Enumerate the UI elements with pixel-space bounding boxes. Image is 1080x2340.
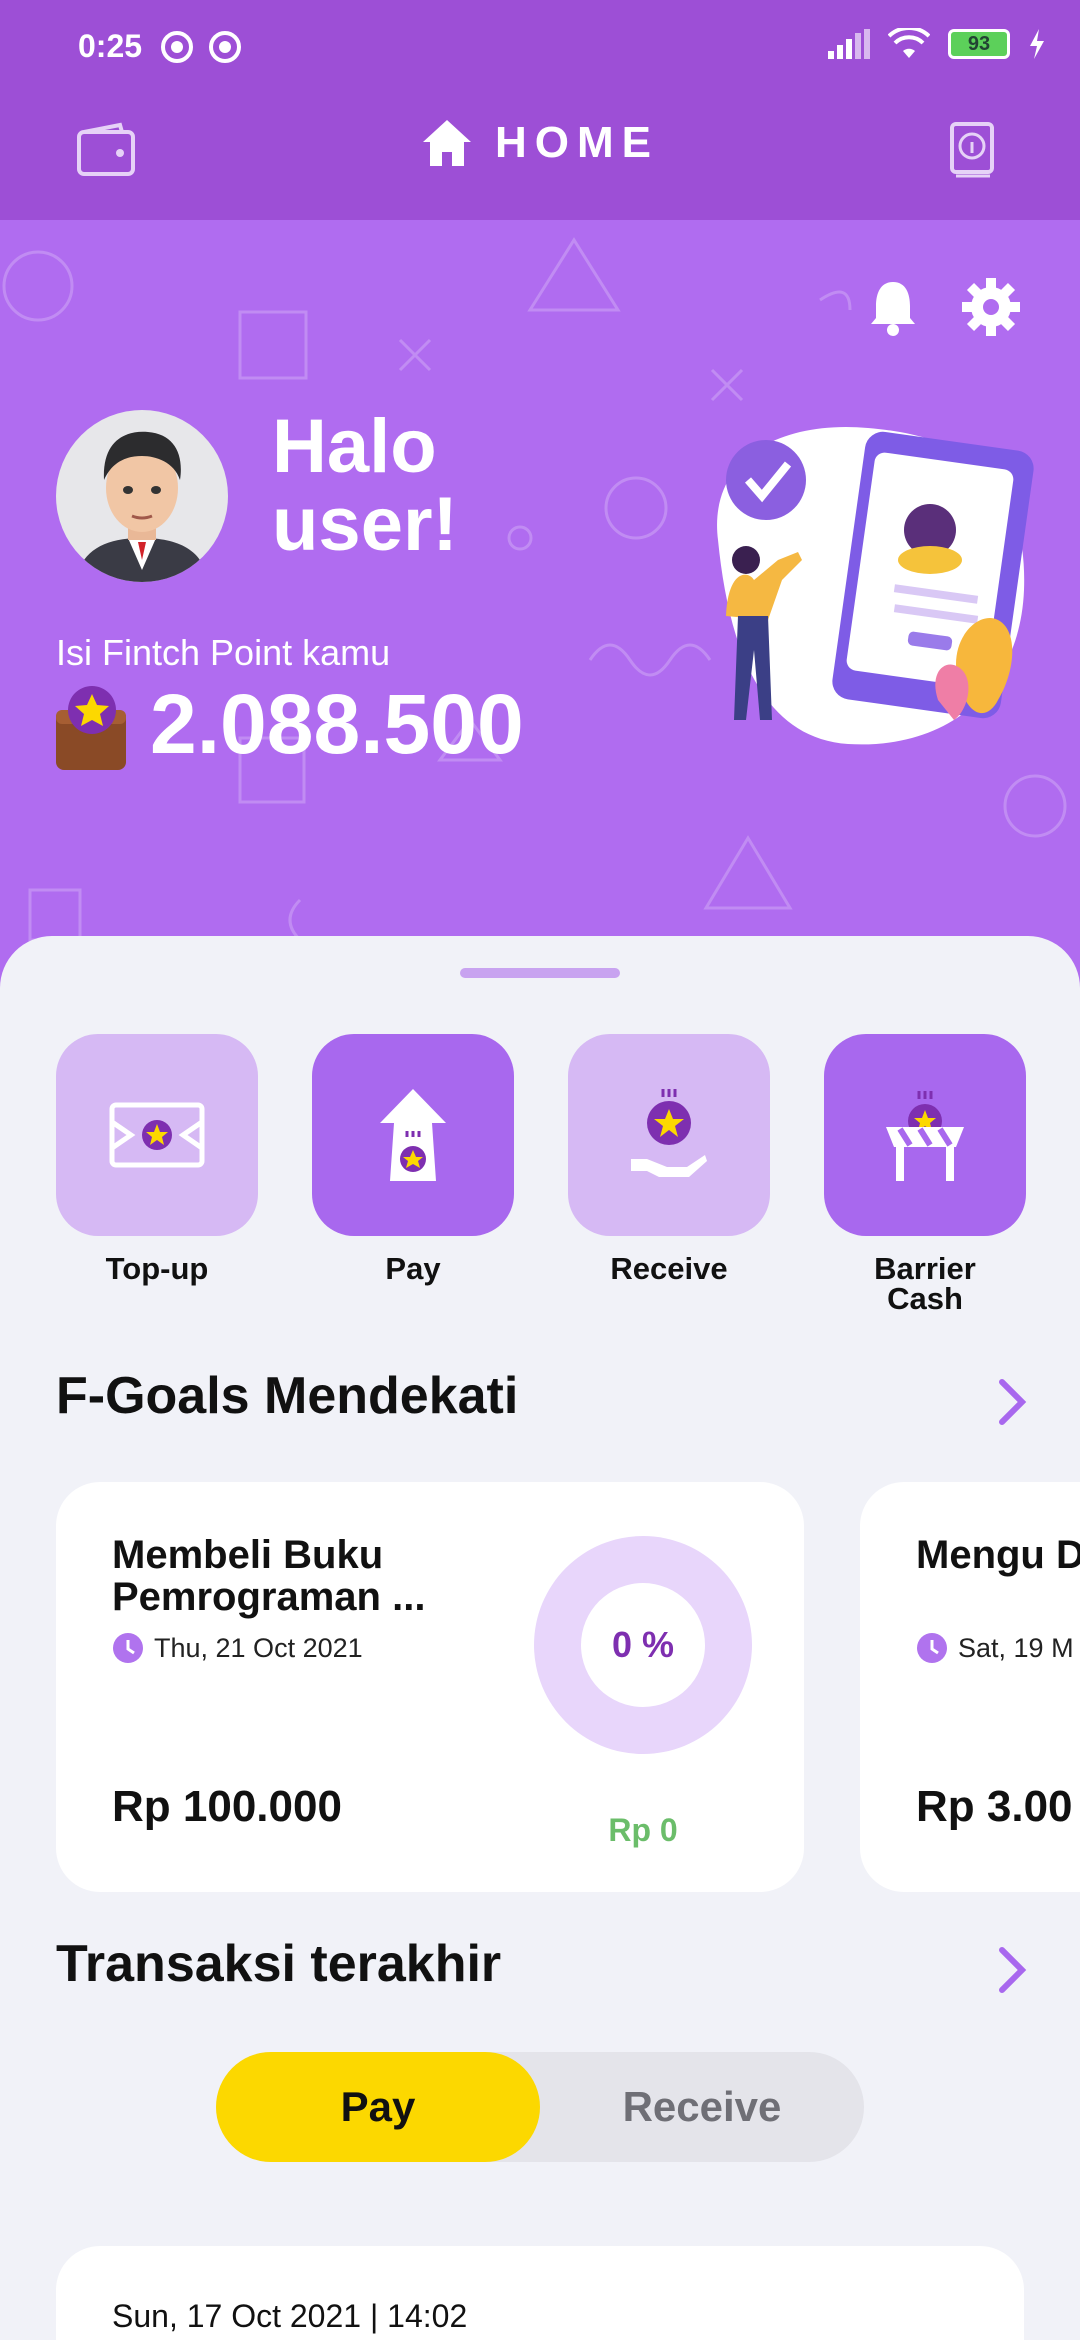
topup-banknote-icon: [109, 1102, 205, 1168]
pay-arrow-icon: [380, 1089, 446, 1181]
goal-target-amount: Rp 3.00: [916, 1782, 1073, 1831]
barrier-cash-icon: [886, 1091, 964, 1181]
point-balance: 2.088.500: [150, 677, 524, 771]
action-label: Top-up: [105, 1251, 209, 1286]
goal-date-text: Thu, 21 Oct 2021: [154, 1632, 363, 1663]
goals-chevron-right-icon[interactable]: [994, 1376, 1030, 1428]
goal-date: Thu, 21 Oct 2021: [112, 1632, 363, 1664]
goal-title: Membeli Buku Pemrograman ...: [112, 1533, 426, 1619]
page-title-text: HOME: [495, 118, 659, 167]
action-label: Pay: [385, 1251, 441, 1286]
goal-progress-percent: 0 %: [581, 1583, 705, 1707]
clock-icon: [113, 1633, 143, 1663]
action-topup[interactable]: Top-up: [56, 1034, 258, 1284]
clock-icon: [917, 1633, 947, 1663]
hero-section: 0:25 93 HOME Halo user! Isi Fintch Point…: [0, 0, 1080, 990]
point-wallet-icon: [56, 686, 126, 770]
action-label: Barrier Cash: [874, 1251, 976, 1316]
greeting-text: Halo user!: [272, 404, 458, 567]
status-system-icons: 93: [828, 28, 1046, 60]
goal-card[interactable]: Mengu Dana D Sat, 19 M Rp 3.00: [860, 1482, 1080, 1892]
tab-pay[interactable]: Pay: [216, 2052, 540, 2162]
barrier-cash-tile[interactable]: [824, 1034, 1026, 1236]
action-receive[interactable]: Receive: [568, 1034, 770, 1284]
charging-icon: [1030, 29, 1044, 59]
transactions-chevron-right-icon[interactable]: [994, 1944, 1030, 1996]
goal-date-text: Sat, 19 M: [958, 1632, 1074, 1663]
gear-icon[interactable]: [962, 278, 1020, 336]
goals-section-title: F-Goals Mendekati: [56, 1367, 519, 1425]
user-avatar-illustration: [76, 431, 208, 582]
tab-receive[interactable]: Receive: [540, 2052, 864, 2162]
receive-tile[interactable]: [568, 1034, 770, 1236]
home-icon: [423, 120, 471, 166]
action-label: Receive: [610, 1251, 728, 1286]
goal-progress-ring: 0 %: [534, 1536, 752, 1754]
battery-indicator: 93: [948, 29, 1010, 59]
avatar[interactable]: [56, 410, 228, 582]
page-title: HOME: [0, 118, 1080, 168]
transaction-datetime: Sun, 17 Oct 2021 | 14:02: [112, 2298, 468, 2334]
home-screen: 0:25 93 HOME Halo user! Isi Fintch Point…: [0, 0, 1080, 2340]
transaction-card[interactable]: Sun, 17 Oct 2021 | 14:02: [56, 2246, 1024, 2340]
signal-icon: [828, 29, 870, 59]
verification-illustration: [717, 426, 1034, 745]
transaction-type-toggle: Pay Receive: [216, 2052, 864, 2162]
bell-icon[interactable]: [868, 278, 918, 336]
content-sheet: Top-up Pay Receive Barrier Cash F-Goals …: [0, 936, 1080, 2340]
goal-target-amount: Rp 100.000: [112, 1782, 342, 1831]
status-notification-icons: [160, 30, 242, 64]
goal-date: Sat, 19 M: [916, 1632, 1074, 1664]
transactions-section-title: Transaksi terakhir: [56, 1935, 502, 1993]
notification-icon: [209, 31, 241, 63]
notification-icon: [161, 31, 193, 63]
action-pay[interactable]: Pay: [312, 1034, 514, 1284]
topup-tile[interactable]: [56, 1034, 258, 1236]
receive-hand-icon: [631, 1089, 707, 1177]
wifi-icon: [888, 28, 930, 58]
goal-title: Mengu Dana D: [916, 1533, 1080, 1577]
goal-card[interactable]: Membeli Buku Pemrograman ... Thu, 21 Oct…: [56, 1482, 804, 1892]
pay-tile[interactable]: [312, 1034, 514, 1236]
status-time: 0:25: [78, 28, 143, 64]
action-barrier-cash[interactable]: Barrier Cash: [824, 1034, 1026, 1314]
goal-saved-amount: Rp 0: [608, 1812, 678, 1848]
sheet-drag-handle[interactable]: [460, 968, 620, 978]
info-book-icon[interactable]: [950, 122, 994, 178]
point-label: Isi Fintch Point kamu: [56, 632, 391, 673]
